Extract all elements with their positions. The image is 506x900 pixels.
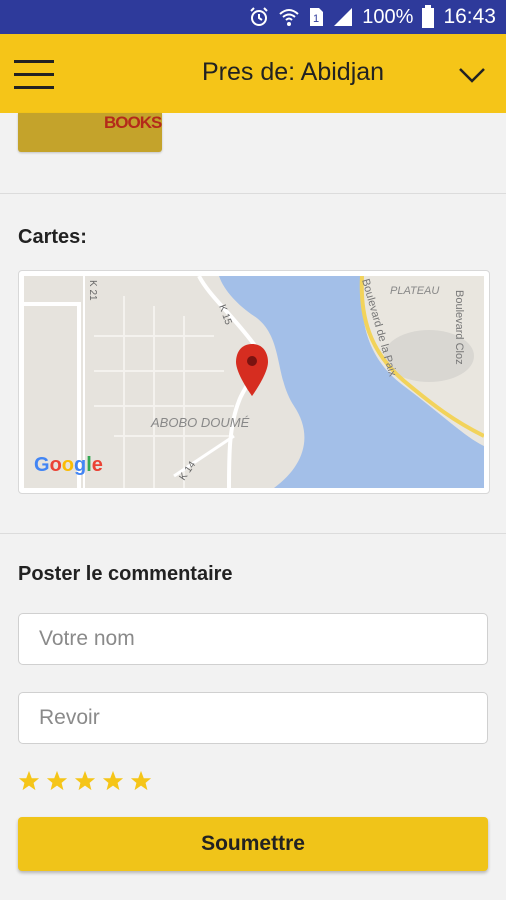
map-label-k21: K 21: [87, 280, 98, 301]
google-logo: Google: [34, 454, 103, 476]
map-card: ABOBO DOUMÉ PLATEAU Boulevard de la Paix…: [18, 270, 490, 494]
star-icon[interactable]: [130, 770, 152, 792]
comment-section-label: Poster le commentaire: [18, 563, 233, 585]
clock: 16:43: [443, 5, 496, 28]
map-view[interactable]: ABOBO DOUMÉ PLATEAU Boulevard de la Paix…: [24, 276, 484, 488]
divider: [0, 193, 506, 194]
divider: [0, 533, 506, 534]
star-icon[interactable]: [18, 770, 40, 792]
star-icon[interactable]: [46, 770, 68, 792]
submit-button[interactable]: Soumettre: [18, 817, 488, 871]
alarm-icon: [250, 7, 268, 26]
map-graphic: ABOBO DOUMÉ PLATEAU Boulevard de la Paix…: [24, 276, 484, 488]
app-bar: Pres de: Abidjan: [0, 34, 506, 113]
location-title[interactable]: Pres de: Abidjan: [202, 58, 384, 87]
star-icon[interactable]: [102, 770, 124, 792]
star-icon[interactable]: [74, 770, 96, 792]
wifi-icon: [279, 9, 299, 26]
map-section-label: Cartes:: [18, 226, 87, 248]
map-label-plateau: PLATEAU: [390, 285, 439, 297]
main-content: BOOKS Cartes: ABOBO DOUMÉ PLATEAU Boulev…: [0, 113, 506, 900]
svg-text:1: 1: [313, 13, 319, 25]
review-input[interactable]: [18, 692, 488, 744]
chevron-down-icon[interactable]: [455, 58, 489, 92]
sim-icon: 1: [310, 8, 324, 26]
svg-text:Google: Google: [34, 454, 103, 476]
status-icons: 1 100% 16:43: [248, 5, 496, 29]
map-label-abobo: ABOBO DOUMÉ: [150, 415, 250, 430]
name-input[interactable]: [18, 613, 488, 665]
thumbnail-text: BOOKS: [104, 113, 162, 132]
battery-percent: 100%: [362, 5, 414, 28]
signal-icon: [334, 8, 353, 26]
listing-thumbnail[interactable]: BOOKS: [18, 113, 162, 152]
rating-stars[interactable]: [18, 770, 152, 792]
hamburger-icon[interactable]: [12, 52, 56, 94]
battery-icon: [422, 5, 435, 28]
map-label-boulevard-cloz: Boulevard Cloz: [453, 290, 465, 365]
status-bar: 1 100% 16:43: [0, 0, 506, 34]
